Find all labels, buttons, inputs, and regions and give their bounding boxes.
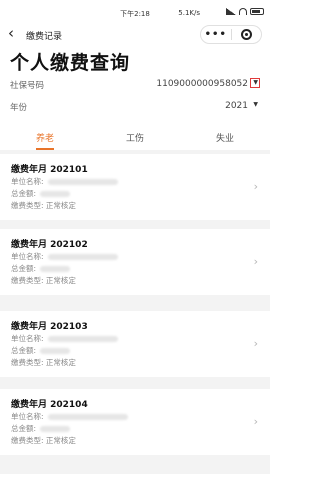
record-month: 缴费年月 202103 (11, 322, 88, 332)
record-month: 缴费年月 202101 (11, 165, 88, 175)
record-card[interactable]: 缴费年月 202104 单位名称: 总金额: 缴费类型: 正常核定 › (0, 389, 270, 455)
record-month: 缴费年月 202104 (11, 400, 88, 410)
caret-down-icon[interactable]: ▼ (253, 79, 258, 86)
year-field[interactable]: 年份 2021 ▼ (10, 101, 258, 115)
year-label: 年份 (10, 103, 28, 113)
close-button[interactable] (232, 29, 262, 40)
nav-title: 缴费记录 (26, 32, 63, 42)
record-amount: 总金额: (11, 423, 71, 434)
record-list: 缴费年月 202101 单位名称: 总金额: 缴费类型: 正常核定 › 缴费年月… (0, 150, 270, 474)
chevron-right-icon: › (253, 180, 258, 193)
nav-bar: ‹ 缴费记录 ••• (0, 22, 270, 46)
ssn-field[interactable]: 社保号码 1109000000958052 ▼ (10, 78, 260, 93)
insurance-tabs: 养老 工伤 失业 (0, 128, 270, 150)
chevron-right-icon: › (253, 255, 258, 268)
ssn-label: 社保号码 (10, 81, 45, 91)
tab-pension[interactable]: 养老 (0, 128, 90, 150)
bottom-bar (0, 474, 270, 480)
mini-program-capsule: ••• (200, 25, 262, 44)
ssn-value: 1109000000958052 (156, 79, 248, 89)
record-amount: 总金额: (11, 188, 71, 199)
tab-injury[interactable]: 工伤 (90, 128, 180, 150)
record-type: 缴费类型: 正常核定 (11, 201, 76, 210)
tab-unemployment[interactable]: 失业 (180, 128, 270, 150)
record-unit: 单位名称: (11, 333, 118, 344)
record-unit: 单位名称: (11, 176, 118, 187)
chevron-right-icon: › (253, 337, 258, 350)
record-type: 缴费类型: 正常核定 (11, 276, 76, 285)
record-card[interactable]: 缴费年月 202102 单位名称: 总金额: 缴费类型: 正常核定 › (0, 229, 270, 295)
page-title: 个人缴费查询 (10, 52, 131, 74)
more-button[interactable]: ••• (201, 29, 231, 40)
record-type: 缴费类型: 正常核定 (11, 436, 76, 445)
year-value: 2021 (225, 101, 248, 111)
status-bar: 下午2:18 5.1K/s (0, 0, 270, 22)
record-unit: 单位名称: (11, 251, 118, 262)
chevron-right-icon: › (253, 415, 258, 428)
record-card[interactable]: 缴费年月 202103 单位名称: 总金额: 缴费类型: 正常核定 › (0, 311, 270, 377)
record-amount: 总金额: (11, 345, 71, 356)
record-month: 缴费年月 202102 (11, 240, 88, 250)
back-button[interactable]: ‹ (8, 24, 14, 42)
battery-icon (250, 8, 264, 15)
record-amount: 总金额: (11, 263, 71, 274)
target-icon (240, 29, 252, 40)
record-unit: 单位名称: (11, 411, 128, 422)
network-speed: 5.1K/s (178, 9, 200, 17)
caret-down-icon[interactable]: ▼ (253, 101, 258, 108)
signal-icon (226, 8, 236, 15)
status-icons (226, 8, 264, 15)
wifi-icon (239, 8, 247, 15)
record-type: 缴费类型: 正常核定 (11, 358, 76, 367)
record-card[interactable]: 缴费年月 202101 单位名称: 总金额: 缴费类型: 正常核定 › (0, 154, 270, 220)
